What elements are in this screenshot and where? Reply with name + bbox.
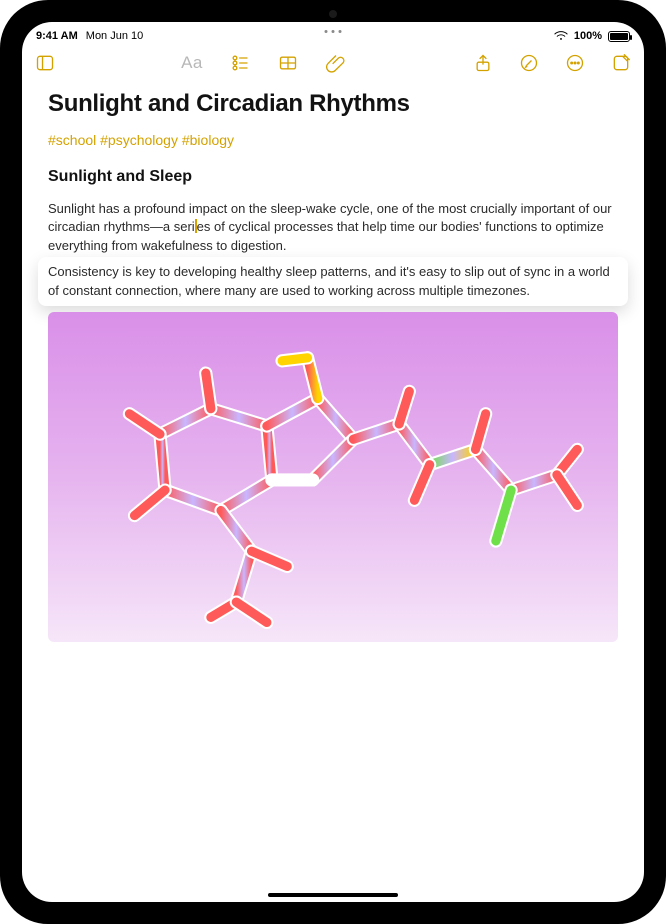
- status-bar: 9:41 AM Mon Jun 10 100%: [22, 22, 644, 46]
- more-icon[interactable]: [564, 52, 586, 74]
- wifi-icon: [554, 31, 568, 41]
- paperclip-icon[interactable]: [325, 52, 347, 74]
- status-date: Mon Jun 10: [86, 30, 143, 42]
- markup-circle-icon[interactable]: [518, 52, 540, 74]
- status-time: 9:41 AM: [36, 30, 78, 42]
- home-indicator[interactable]: [268, 893, 398, 897]
- note-paragraph[interactable]: Sunlight has a profound impact on the sl…: [48, 200, 618, 255]
- molecule-illustration: [48, 312, 618, 642]
- dragged-text-snippet[interactable]: Consistency is key to developing healthy…: [38, 257, 628, 306]
- note-title[interactable]: Sunlight and Circadian Rhythms: [48, 90, 618, 118]
- screen: 9:41 AM Mon Jun 10 100%: [22, 22, 644, 902]
- front-camera: [329, 10, 337, 18]
- note-body[interactable]: Sunlight and Circadian Rhythms #school #…: [22, 84, 644, 902]
- note-image[interactable]: [48, 312, 618, 642]
- checklist-icon[interactable]: [229, 52, 251, 74]
- table-icon[interactable]: [277, 52, 299, 74]
- note-tags[interactable]: #school #psychology #biology: [48, 132, 618, 148]
- compose-icon[interactable]: [610, 52, 632, 74]
- drag-text: Consistency is key to developing healthy…: [48, 264, 610, 297]
- share-icon[interactable]: [472, 52, 494, 74]
- ipad-device-frame: 9:41 AM Mon Jun 10 100%: [0, 0, 666, 924]
- sidebar-toggle-icon[interactable]: [34, 52, 56, 74]
- note-toolbar: Aa: [22, 46, 644, 84]
- battery-percent: 100%: [574, 30, 602, 42]
- multitask-dots[interactable]: [325, 30, 342, 33]
- note-subheading[interactable]: Sunlight and Sleep: [48, 168, 618, 186]
- battery-icon: [608, 31, 630, 42]
- text-format-button[interactable]: Aa: [181, 52, 203, 74]
